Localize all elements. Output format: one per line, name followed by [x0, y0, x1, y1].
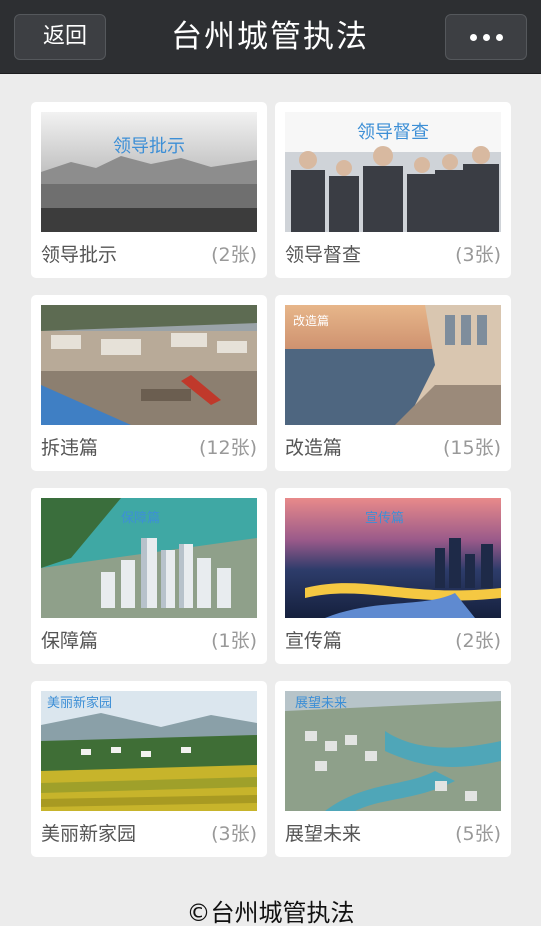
album-title: 领导批示 — [41, 244, 118, 266]
photo-count: (5张) — [455, 823, 501, 845]
thumbnail-overlay-text: 领导批示 — [113, 136, 185, 157]
footer-copyright: ©台州城管执法 — [186, 899, 355, 926]
page-title: 台州城管执法 — [171, 19, 369, 55]
album-card-beautiful-homeland[interactable]: 美丽新家园 美丽新家园 (3张) — [31, 681, 267, 857]
thumbnail-overlay-text: 改造篇 — [293, 313, 329, 328]
album-thumbnail: 美丽新家园 — [41, 691, 257, 811]
album-card-future-outlook[interactable]: 展望未来 展望未来 (5张) — [275, 681, 511, 857]
photo-count: (12张) — [198, 437, 257, 459]
album-thumbnail: 改造篇 — [285, 305, 501, 425]
photo-count: (1张) — [211, 630, 257, 652]
thumbnail-overlay-text: 领导督查 — [357, 122, 429, 143]
photo-count: (2张) — [455, 630, 501, 652]
thumbnail-overlay-text: 宣传篇 — [365, 510, 404, 526]
album-card-renovation[interactable]: 改造篇 改造篇 (15张) — [275, 295, 511, 471]
more-dots-icon[interactable] — [445, 14, 527, 60]
album-thumbnail: 领导督查 — [285, 112, 501, 232]
thumbnail-overlay-text: 美丽新家园 — [47, 695, 112, 711]
photo-count: (3张) — [211, 823, 257, 845]
album-title: 领导督查 — [285, 244, 362, 266]
photo-count: (3张) — [455, 244, 501, 266]
album-title: 展望未来 — [285, 823, 362, 845]
top-nav-bar: 返回 台州城管执法 — [0, 0, 541, 74]
album-card-security[interactable]: 保障篇 保障篇 (1张) — [31, 488, 267, 664]
back-button[interactable]: 返回 — [14, 14, 106, 60]
thumbnail-overlay-text: 保障篇 — [121, 511, 160, 526]
album-title: 美丽新家园 — [41, 823, 137, 845]
album-card-leader-instructions[interactable]: 领导批示 领导批示 (2张) — [31, 102, 267, 278]
album-thumbnail: 领导批示 — [41, 112, 257, 232]
album-title: 保障篇 — [41, 630, 99, 652]
album-title: 拆违篇 — [41, 437, 99, 459]
back-button-label: 返回 — [42, 24, 87, 49]
album-card-leader-inspection[interactable]: 领导督查 领导督查 (3张) — [275, 102, 511, 278]
album-thumbnail: 宣传篇 — [285, 498, 501, 618]
thumbnail-overlay-text: 展望未来 — [295, 695, 347, 711]
photo-count: (15张) — [442, 437, 501, 459]
album-thumbnail: 展望未来 — [285, 691, 501, 811]
album-thumbnail — [41, 305, 257, 425]
album-thumbnail: 保障篇 — [41, 498, 257, 618]
album-title: 宣传篇 — [285, 630, 343, 652]
album-card-demolition[interactable]: 拆违篇 (12张) — [31, 295, 267, 471]
album-title: 改造篇 — [285, 437, 343, 459]
album-card-publicity[interactable]: 宣传篇 宣传篇 (2张) — [275, 488, 511, 664]
photo-count: (2张) — [211, 244, 257, 266]
